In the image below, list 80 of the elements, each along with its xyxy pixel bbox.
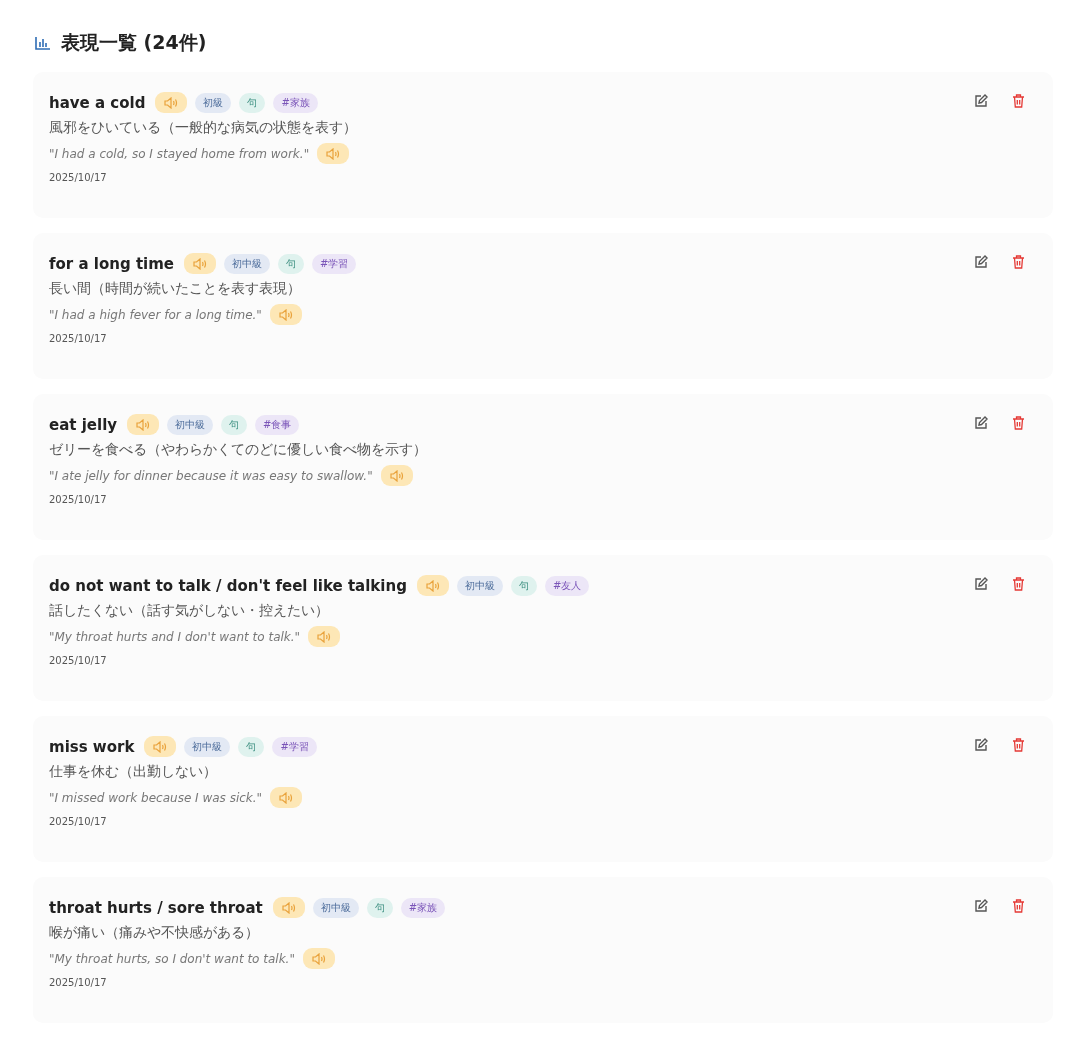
speaker-icon bbox=[153, 740, 168, 753]
type-badge: 句 bbox=[366, 897, 393, 918]
delete-button[interactable] bbox=[1010, 92, 1027, 110]
level-badge: 初級 bbox=[195, 92, 232, 113]
type-badge: 句 bbox=[278, 253, 304, 274]
delete-button[interactable] bbox=[1010, 414, 1027, 432]
type-badge: 句 bbox=[238, 736, 265, 757]
speaker-icon bbox=[164, 96, 179, 109]
date-text: 2025/10/17 bbox=[49, 816, 108, 827]
speaker-icon bbox=[425, 579, 440, 592]
trash-icon bbox=[1012, 416, 1025, 430]
speaker-icon bbox=[279, 791, 294, 804]
edit-button[interactable] bbox=[972, 92, 990, 110]
phrase-title: eat jelly bbox=[49, 415, 118, 434]
delete-button[interactable] bbox=[1010, 897, 1027, 915]
tag-badge: #学習 bbox=[312, 253, 357, 274]
meaning-text: 仕事を休む（出勤しない） bbox=[49, 763, 218, 781]
phrase-title: miss work bbox=[49, 737, 135, 756]
phrase-title: do not want to talk / don't feel like talking bbox=[49, 576, 407, 595]
trash-icon bbox=[1012, 577, 1025, 591]
meaning-text: 話したくない（話す気がしない・控えたい） bbox=[49, 602, 330, 620]
date-text: 2025/10/17 bbox=[49, 655, 108, 666]
level-badge: 初中級 bbox=[167, 414, 214, 435]
edit-icon bbox=[974, 738, 988, 752]
edit-button[interactable] bbox=[972, 414, 990, 432]
level-badge: 初中級 bbox=[224, 253, 270, 274]
bar-chart-icon bbox=[35, 36, 51, 50]
trash-icon bbox=[1012, 255, 1025, 269]
speaker-icon bbox=[278, 308, 293, 321]
delete-button[interactable] bbox=[1010, 253, 1027, 271]
meaning-text: 風邪をひいている（一般的な病気の状態を表す） bbox=[49, 119, 357, 137]
list-heading: 表現一覧 (24件) bbox=[61, 30, 207, 55]
tag-badge: #家族 bbox=[400, 897, 446, 918]
phrase-title: have a cold bbox=[49, 93, 146, 112]
delete-button[interactable] bbox=[1010, 736, 1027, 754]
trash-icon bbox=[1012, 94, 1025, 108]
edit-button[interactable] bbox=[972, 253, 990, 271]
example-sentence: "I ate jelly for dinner because it was easy to swallow." bbox=[49, 468, 373, 483]
type-badge: 句 bbox=[510, 575, 537, 596]
level-badge: 初中級 bbox=[184, 736, 231, 757]
speaker-icon bbox=[389, 469, 404, 482]
example-sentence: "I had a cold, so I stayed home from work." bbox=[49, 146, 310, 161]
tag-badge: #友人 bbox=[544, 575, 590, 596]
edit-button[interactable] bbox=[972, 736, 990, 754]
type-badge: 句 bbox=[239, 92, 266, 113]
phrase-title: for a long time bbox=[49, 254, 174, 273]
speaker-icon bbox=[311, 952, 326, 965]
example-sentence: "I had a high fever for a long time." bbox=[49, 307, 262, 322]
trash-icon bbox=[1012, 738, 1025, 752]
tag-badge: #食事 bbox=[255, 414, 300, 435]
delete-button[interactable] bbox=[1010, 575, 1027, 593]
example-sentence: "My throat hurts, so I don't want to talk." bbox=[49, 951, 295, 966]
date-text: 2025/10/17 bbox=[49, 333, 108, 344]
date-text: 2025/10/17 bbox=[49, 494, 108, 505]
level-badge: 初中級 bbox=[456, 575, 503, 596]
example-sentence: "I missed work because I was sick." bbox=[49, 790, 263, 805]
tag-badge: #家族 bbox=[273, 92, 318, 113]
example-sentence: "My throat hurts and I don't want to talk." bbox=[49, 629, 301, 644]
speaker-icon bbox=[317, 630, 332, 643]
edit-button[interactable] bbox=[972, 575, 990, 593]
speaker-icon bbox=[326, 147, 341, 160]
meaning-text: 長い間（時間が続いたことを表す表現） bbox=[49, 280, 302, 298]
edit-button[interactable] bbox=[972, 897, 990, 915]
date-text: 2025/10/17 bbox=[49, 172, 108, 183]
speaker-icon bbox=[136, 418, 151, 431]
speaker-icon bbox=[281, 901, 296, 914]
meaning-text: ゼリーを食べる（やわらかくてのどに優しい食べ物を示す） bbox=[49, 441, 427, 459]
speaker-icon bbox=[193, 257, 207, 270]
meaning-text: 喉が痛い（痛みや不快感がある） bbox=[49, 924, 260, 942]
edit-icon bbox=[974, 416, 988, 430]
edit-icon bbox=[974, 577, 988, 591]
tag-badge: #学習 bbox=[272, 736, 317, 757]
edit-icon bbox=[974, 94, 988, 108]
edit-icon bbox=[974, 899, 988, 913]
type-badge: 句 bbox=[221, 414, 248, 435]
date-text: 2025/10/17 bbox=[49, 977, 108, 988]
trash-icon bbox=[1012, 899, 1025, 913]
phrase-title: throat hurts / sore throat bbox=[49, 898, 263, 917]
level-badge: 初中級 bbox=[312, 897, 359, 918]
edit-icon bbox=[974, 255, 988, 269]
